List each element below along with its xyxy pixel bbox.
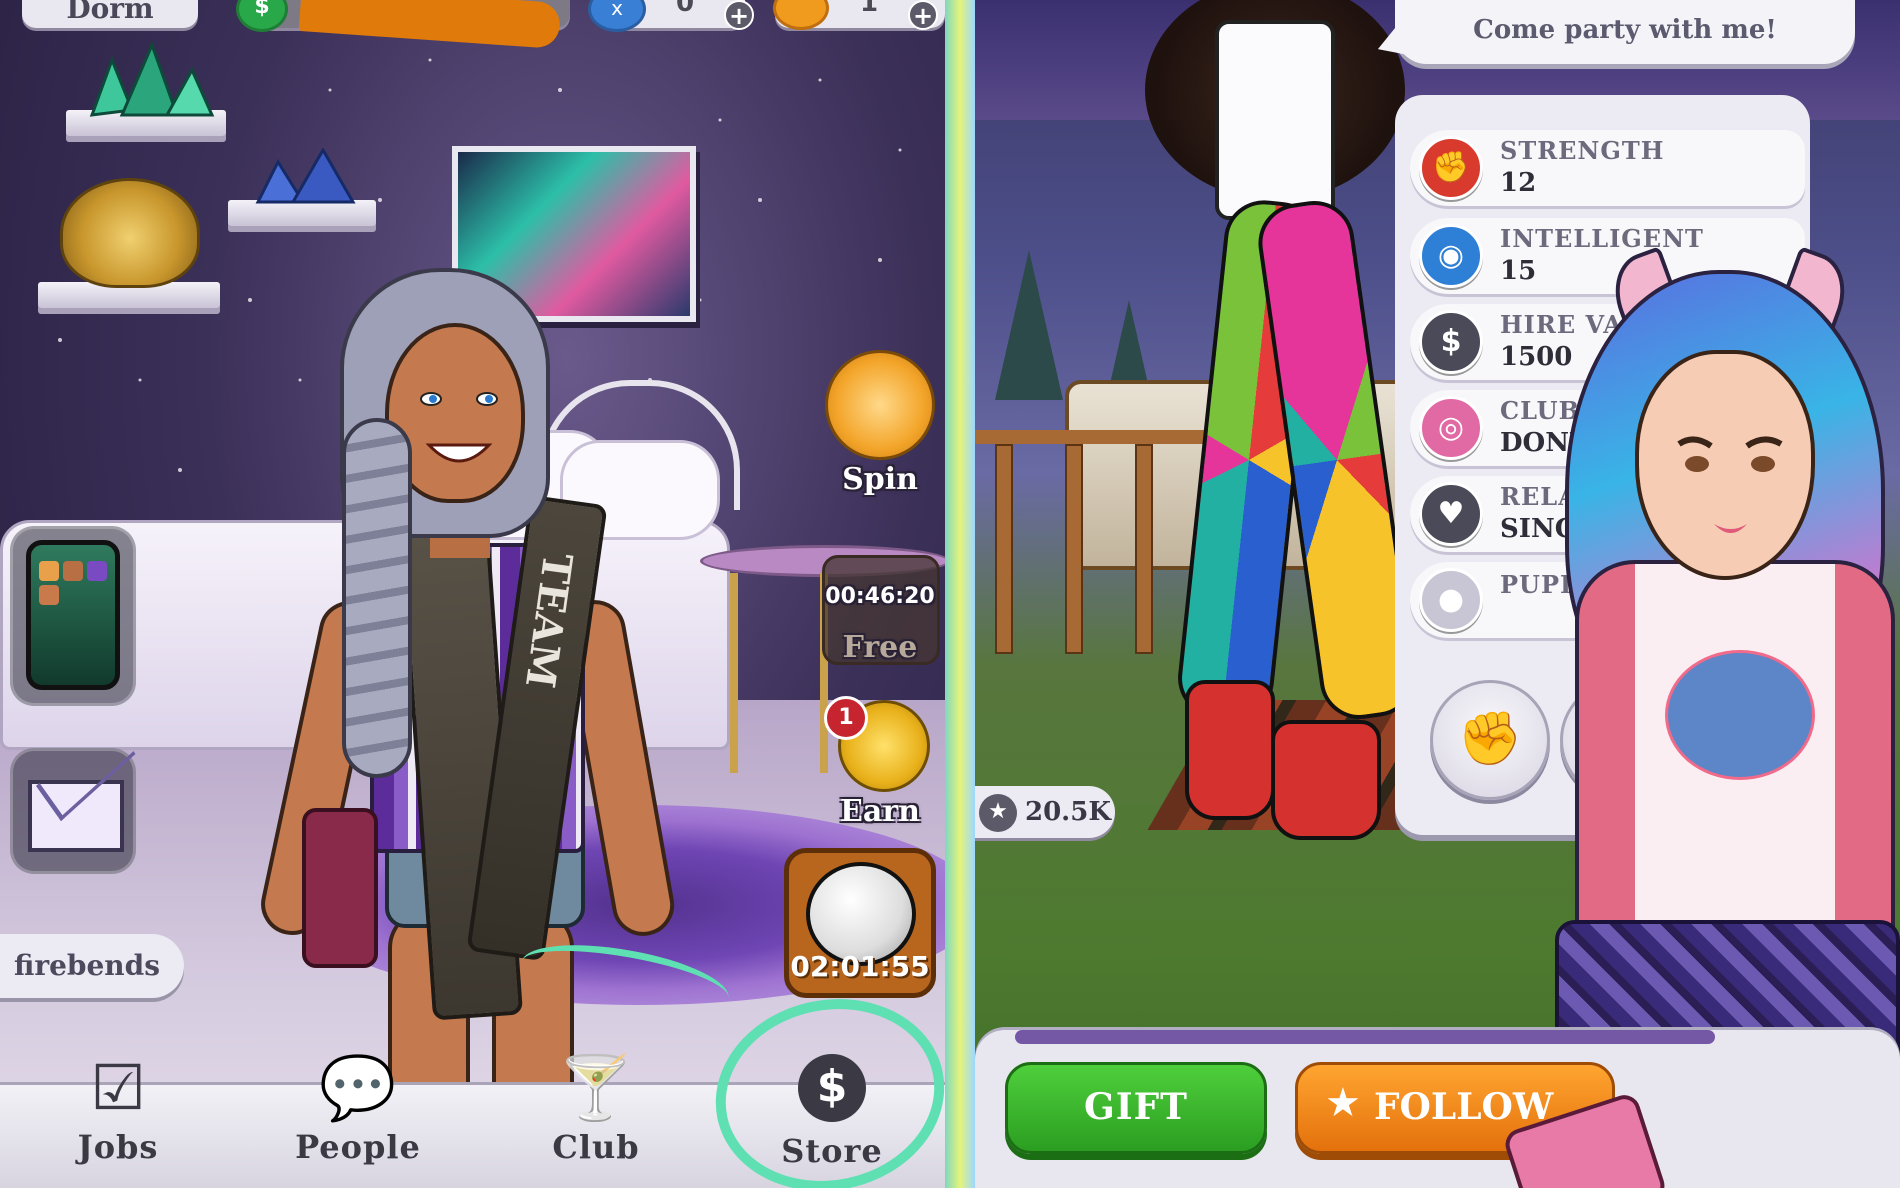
free-label[interactable]: Free xyxy=(820,630,940,665)
stat-value: 12 xyxy=(1500,168,1537,198)
donut-icon: ◎ xyxy=(1419,396,1483,460)
stat-name: INTELLIGENT xyxy=(1500,224,1704,253)
fight-action-button[interactable]: ✊ xyxy=(1430,680,1550,800)
nav-jobs-label: Jobs xyxy=(77,1128,159,1166)
gem-value: 1 xyxy=(860,0,879,18)
scarf-text: TEAM xyxy=(515,549,582,691)
heart-icon: ♥ xyxy=(1419,482,1483,546)
person-placeholder-icon: ● xyxy=(1419,568,1483,632)
panel-accent-bar xyxy=(1015,1030,1715,1044)
avatar-braid xyxy=(342,418,412,778)
spin-label[interactable]: Spin xyxy=(820,462,940,497)
envelope-icon xyxy=(28,780,124,852)
add-gems-button[interactable]: + xyxy=(908,0,938,30)
stat-value: 15 xyxy=(1500,256,1537,286)
earn-notification-badge: 1 xyxy=(824,696,868,740)
fist-icon: ✊ xyxy=(1419,136,1483,200)
player-avatar[interactable]: TEAM xyxy=(255,268,680,1188)
add-energy-button[interactable]: + xyxy=(724,0,754,30)
phone-icon xyxy=(26,540,120,690)
nav-people-label: People xyxy=(295,1128,421,1166)
spin-wheel-icon[interactable] xyxy=(825,350,935,460)
gift-button[interactable]: GIFT xyxy=(1005,1062,1267,1154)
npc-avatar[interactable] xyxy=(1075,0,1421,850)
head-icon: ◉ xyxy=(1419,224,1483,288)
dorm-screen: TEAM Dorm $ x 0 + 1 + firebends Spin 00:… xyxy=(0,0,945,1188)
star-icon: ★ xyxy=(979,794,1017,832)
pine-tree xyxy=(995,250,1063,400)
cocktail-glass-icon: 🍸 xyxy=(557,1051,635,1124)
cat-print xyxy=(1665,650,1815,780)
location-label[interactable]: Dorm xyxy=(22,0,198,28)
green-crystal-decor xyxy=(89,40,215,117)
table-leg xyxy=(730,573,738,773)
screenshot-divider xyxy=(945,0,975,1188)
npc-shoe xyxy=(1185,680,1275,820)
chat-bubbles-icon: 💬 xyxy=(319,1051,397,1124)
nav-club-label: Club xyxy=(552,1128,640,1166)
earn-label[interactable]: Earn xyxy=(820,794,940,829)
blue-crystal-decor xyxy=(255,148,356,204)
avatar-bag xyxy=(302,808,378,968)
nautilus-shell-decor xyxy=(60,178,200,288)
phone-apps xyxy=(39,561,107,605)
nav-people[interactable]: 💬 People xyxy=(258,1050,458,1166)
star-icon: ★ xyxy=(1325,1080,1361,1126)
npc-shoe xyxy=(1271,720,1381,840)
event-timer: 02:01:55 xyxy=(790,950,930,983)
npc-crop-top xyxy=(1215,20,1335,220)
checkbox-icon: ☑ xyxy=(90,1051,146,1124)
face-features xyxy=(1677,436,1783,533)
energy-value: 0 xyxy=(676,0,695,18)
username-label[interactable]: firebends xyxy=(0,934,184,998)
price-tag-icon: $ xyxy=(1419,310,1483,374)
profile-screen: Come party with me! ✊ STRENGTH 12 ◉ INTE… xyxy=(975,0,1900,1188)
nav-jobs[interactable]: ☑ Jobs xyxy=(18,1050,218,1166)
nav-club[interactable]: 🍸 Club xyxy=(496,1050,696,1166)
speech-bubble: Come party with me! xyxy=(1395,0,1855,64)
stat-name: STRENGTH xyxy=(1500,136,1665,165)
character-face xyxy=(1635,350,1815,580)
free-timer: 00:46:20 xyxy=(825,584,935,609)
